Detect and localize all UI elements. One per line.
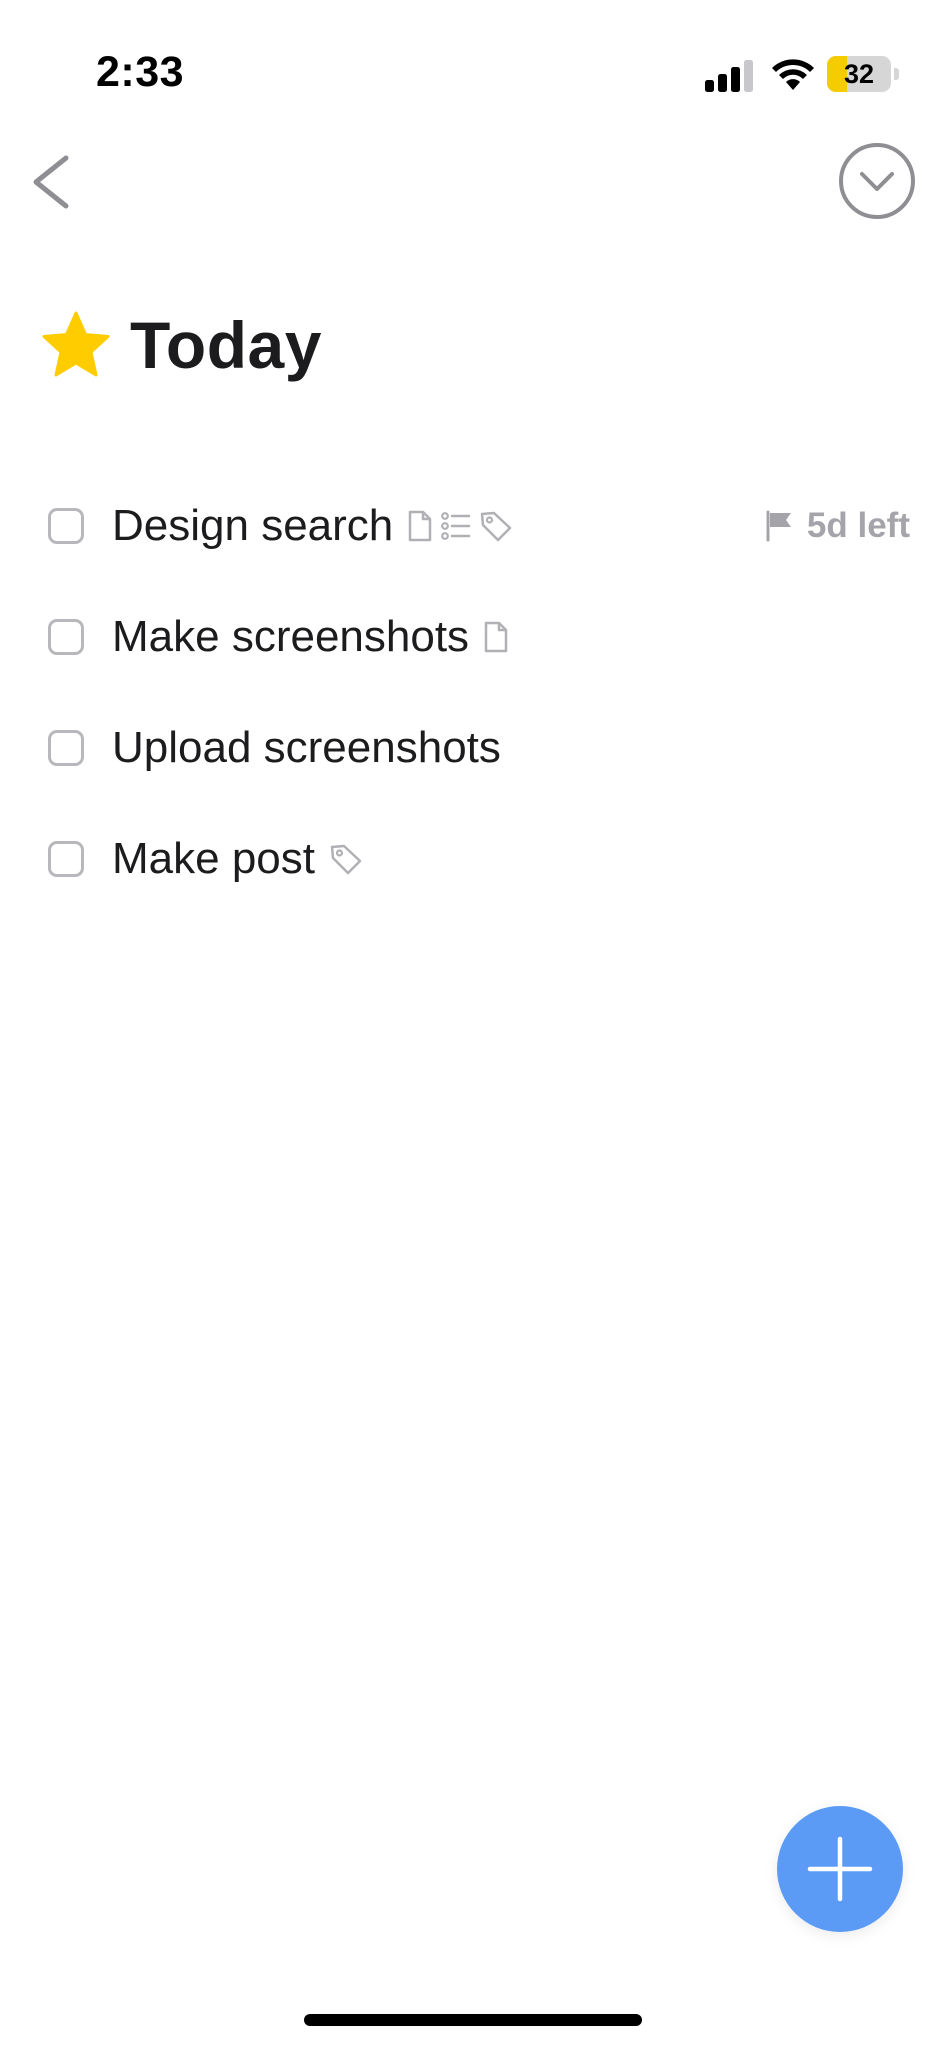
task-due-date: 5d left	[765, 506, 910, 546]
task-due-label: 5d left	[806, 505, 910, 545]
star-icon	[42, 311, 110, 377]
flag-icon	[766, 510, 791, 541]
tag-icon	[330, 844, 362, 874]
plus-icon	[807, 1836, 873, 1902]
cellular-signal-icon	[705, 60, 753, 92]
battery-level: 32	[843, 59, 875, 89]
task-row[interactable]: Make post	[0, 803, 946, 914]
page-title: Today	[130, 308, 322, 382]
task-title: Upload screenshots	[112, 722, 501, 772]
status-time: 2:33	[96, 48, 185, 96]
task-checkbox[interactable]	[48, 729, 84, 766]
back-button[interactable]	[22, 148, 78, 216]
task-checkbox[interactable]	[48, 840, 84, 877]
task-title: Make post	[112, 833, 315, 883]
status-bar: 2:33 32	[0, 0, 946, 120]
task-checkbox[interactable]	[48, 507, 84, 544]
note-icon	[409, 510, 432, 541]
tag-icon	[481, 511, 512, 541]
home-indicator	[304, 2014, 642, 2026]
note-icon	[484, 621, 508, 652]
task-checkbox[interactable]	[48, 618, 84, 655]
task-title: Make screenshots	[112, 611, 470, 661]
add-task-button[interactable]	[777, 1806, 903, 1932]
more-options-button[interactable]	[838, 142, 916, 220]
wifi-icon	[772, 59, 814, 90]
checklist-icon	[441, 511, 471, 540]
task-title: Design search	[112, 500, 394, 550]
task-row[interactable]: Make screenshots	[0, 581, 946, 692]
chevron-left-icon	[33, 155, 69, 209]
task-row[interactable]: Upload screenshots	[0, 692, 946, 803]
task-row[interactable]: Design search 5d left	[0, 470, 946, 581]
battery-indicator: 32	[827, 56, 899, 92]
task-list: Design search 5d left Make screenshots U…	[0, 470, 946, 914]
page-header: Today	[40, 300, 322, 390]
circle-chevron-down-icon	[839, 143, 915, 219]
